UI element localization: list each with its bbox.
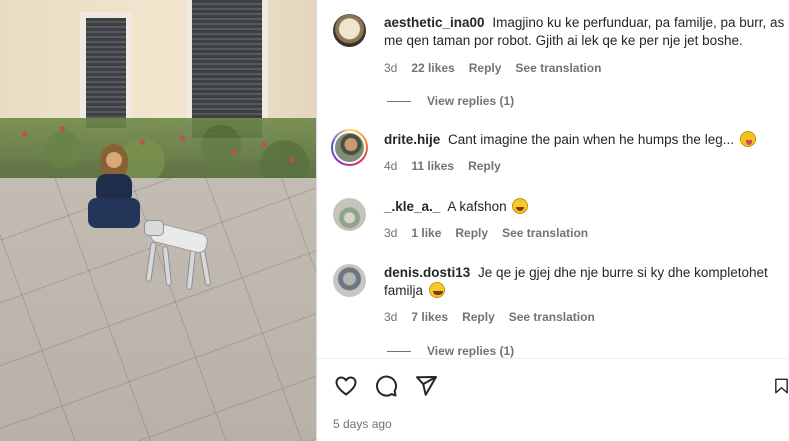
comment-username[interactable]: _.kle_a._ [384,199,440,214]
face-with-tears-of-joy-icon [428,282,445,298]
post-actions: 5 days ago [317,358,789,441]
robot-dog [140,214,218,296]
reply-button[interactable]: Reply [469,59,502,77]
bookmark-icon [775,378,788,394]
reply-button[interactable]: Reply [468,157,501,175]
avatar[interactable] [333,14,366,47]
share-button[interactable] [413,373,439,399]
view-replies-label: View replies (1) [427,344,515,358]
comment-time[interactable]: 3d [384,59,397,77]
comments-panel: aesthetic_ina00 Imagjino ku ke perfundua… [316,0,789,441]
save-button[interactable] [773,373,789,399]
avatar[interactable] [333,198,366,231]
comment-text: Cant imagine the pain when he humps the … [448,132,734,147]
see-translation-button[interactable]: See translation [515,59,601,77]
comment-username[interactable]: aesthetic_ina00 [384,15,485,30]
like-button[interactable] [333,373,359,399]
heart-icon [335,376,357,396]
view-replies-label: View replies (1) [427,94,515,108]
paper-plane-icon [416,376,437,396]
divider [387,100,411,102]
comment-time[interactable]: 3d [384,308,397,326]
comment-likes[interactable]: 7 likes [411,308,448,326]
divider [387,350,411,352]
avatar[interactable] [333,264,366,297]
rolling-on-floor-laughing-icon [512,198,529,214]
comment-username[interactable]: drite.hije [384,132,440,147]
reply-button[interactable]: Reply [462,308,495,326]
comment-likes[interactable]: 22 likes [411,59,454,77]
comment-time[interactable]: 4d [384,157,397,175]
post-timestamp[interactable]: 5 days ago [333,417,392,431]
comment-bubble-icon [376,375,398,397]
see-translation-button[interactable]: See translation [509,308,595,326]
comment-text: A kafshon [447,199,507,214]
comment-time[interactable]: 3d [384,224,397,242]
comment-likes[interactable]: 11 likes [411,157,454,175]
window-left [80,12,132,134]
woman-crouching [86,144,142,234]
reply-button[interactable]: Reply [455,224,488,242]
see-translation-button[interactable]: See translation [502,224,588,242]
face-with-tongue-icon [739,131,756,147]
view-replies-button[interactable]: View replies (1) [387,344,514,358]
view-replies-button[interactable]: View replies (1) [387,94,514,108]
comment-likes[interactable]: 1 like [411,224,441,242]
post-media[interactable] [0,0,316,441]
comment-button[interactable] [373,373,399,399]
comments-list[interactable]: aesthetic_ina00 Imagjino ku ke perfundua… [317,0,789,358]
avatar[interactable] [331,129,368,166]
comment-username[interactable]: denis.dosti13 [384,265,470,280]
